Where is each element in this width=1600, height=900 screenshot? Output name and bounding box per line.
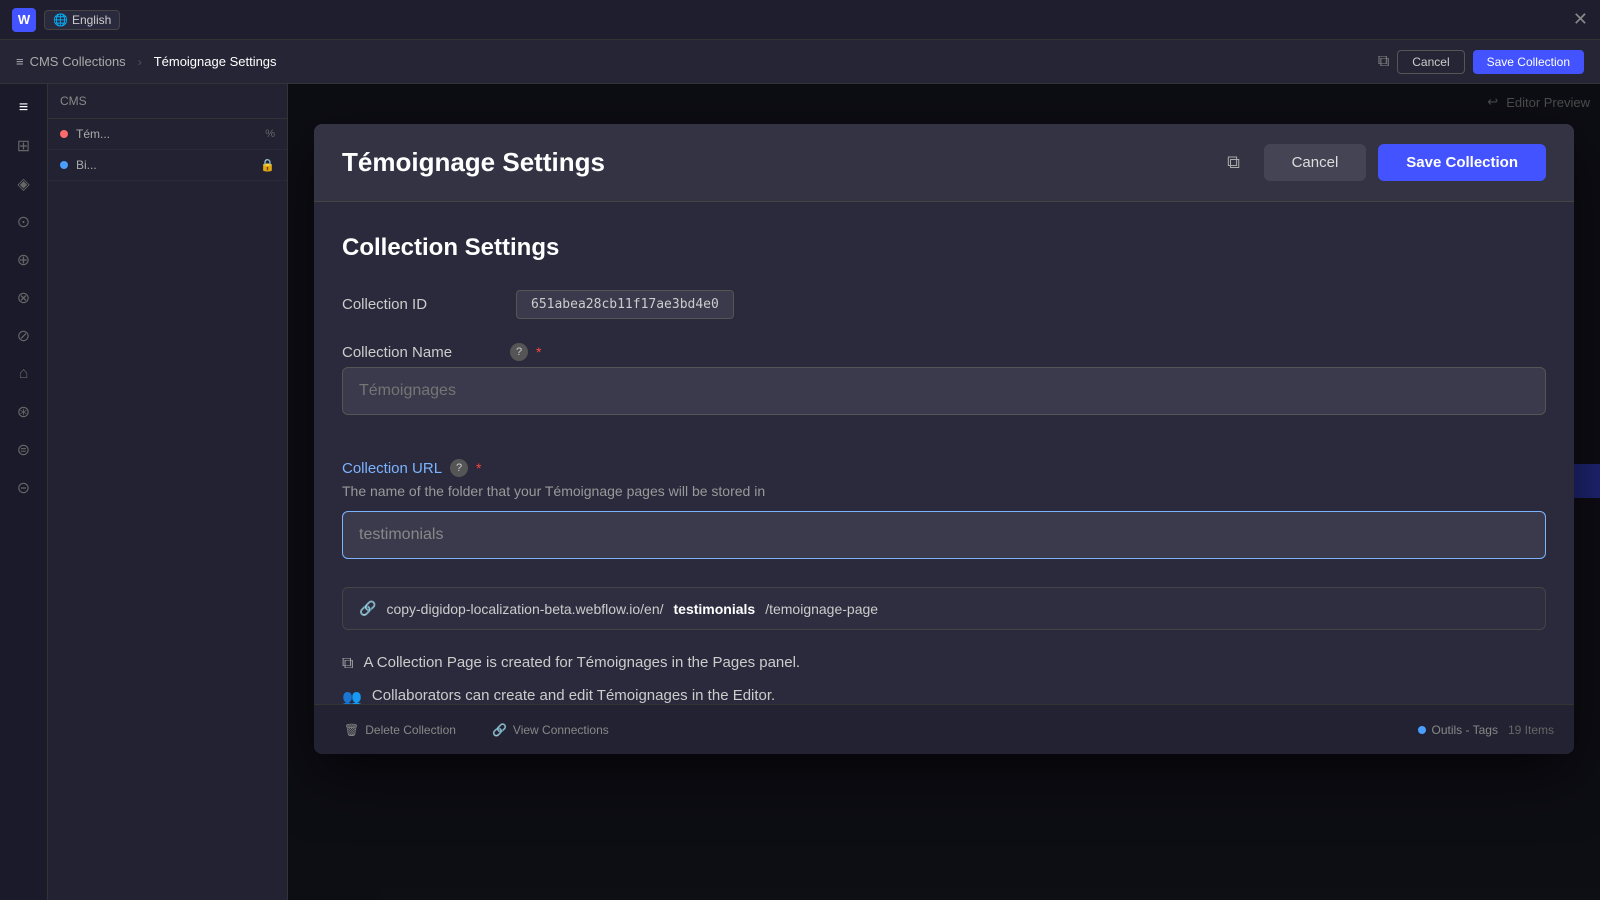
collection-badge-1: % [265, 128, 275, 140]
connections-label: View Connections [513, 723, 609, 737]
left-sidebar: ≡ ⊞ ◈ ⊙ ⊕ ⊗ ⊘ ⌂ ⊛ ⊜ ⊝ [0, 84, 48, 900]
breadcrumb-cancel-button[interactable]: Cancel [1397, 50, 1464, 74]
collection-url-help-icon[interactable]: ? [450, 459, 468, 477]
delete-label: Delete Collection [365, 723, 456, 737]
modal-header-actions: ⧉ Cancel Save Collection [1216, 144, 1546, 181]
breadcrumb-cms[interactable]: ≡ CMS Collections [16, 54, 126, 69]
connections-icon: 🔗 [492, 723, 507, 737]
url-preview-box: 🔗 copy-digidop-localization-beta.webflow… [342, 587, 1546, 630]
collection-url-input[interactable] [342, 511, 1546, 559]
collection-url-required: * [476, 460, 481, 476]
tag-dot [1418, 726, 1426, 734]
pages-icon: ⧉ [342, 655, 353, 673]
breadcrumb-save-button[interactable]: Save Collection [1473, 50, 1584, 74]
collection-icon-2: 🔒 [260, 158, 275, 172]
sidebar-icon-home[interactable]: ⌂ [8, 358, 40, 390]
link-icon: 🔗 [359, 600, 376, 617]
sidebar-icon-user[interactable]: ⊝ [8, 472, 40, 504]
tag-item: Outils - Tags 19 Items [1418, 723, 1555, 737]
collection-url-label: Collection URL [342, 460, 442, 477]
cms-collection-item-2[interactable]: Bi... 🔒 [48, 150, 287, 181]
cms-sidebar: CMS Tém... % Bi... 🔒 [48, 84, 288, 900]
modal-title: Témoignage Settings [342, 147, 605, 178]
info-row-1: ⧉ A Collection Page is created for Témoi… [342, 654, 1546, 673]
cms-collection-item-1[interactable]: Tém... % [48, 119, 287, 150]
modal-footer-bar: 🗑 Delete Collection 🔗 View Connections O… [314, 704, 1574, 754]
breadcrumb-bar: ≡ CMS Collections › Témoignage Settings … [0, 40, 1600, 84]
close-button[interactable]: ✕ [1573, 9, 1588, 30]
url-preview-prefix: copy-digidop-localization-beta.webflow.i… [386, 601, 663, 617]
collection-name-input[interactable] [342, 367, 1546, 415]
collection-settings-modal: Témoignage Settings ⧉ Cancel Save Collec… [314, 124, 1574, 754]
cms-sidebar-title: CMS [60, 94, 87, 108]
sidebar-icon-pages[interactable]: ⊞ [8, 130, 40, 162]
breadcrumb-separator: › [138, 55, 142, 69]
globe-icon: 🌐 [53, 13, 68, 27]
sidebar-icon-interactions[interactable]: ⊗ [8, 282, 40, 314]
app-logo: W [12, 8, 36, 32]
modal-save-button[interactable]: Save Collection [1378, 144, 1546, 181]
modal-header: Témoignage Settings ⧉ Cancel Save Collec… [314, 124, 1574, 202]
language-label: English [72, 13, 111, 27]
collection-dot-2 [60, 161, 68, 169]
delete-icon: 🗑 [344, 723, 359, 737]
sidebar-icon-search[interactable]: ⊜ [8, 434, 40, 466]
sidebar-icon-assets[interactable]: ⊙ [8, 206, 40, 238]
collection-dot-1 [60, 130, 68, 138]
info-section: ⧉ A Collection Page is created for Témoi… [342, 654, 1546, 708]
collection-name-required: * [536, 344, 541, 360]
collection-name-help-icon[interactable]: ? [510, 343, 528, 361]
collection-id-row: Collection ID 651abea28cb11f17ae3bd4e0 [342, 290, 1546, 319]
collection-name-header: Collection Name ? * [342, 343, 1546, 361]
breadcrumb-cms-label: CMS Collections [30, 54, 126, 69]
collection-label-1: Tém... [76, 127, 110, 141]
collection-id-label: Collection ID [342, 296, 502, 313]
info-text-2: Collaborators can create and edit Témoig… [372, 687, 775, 704]
collection-name-section: Collection Name ? * [342, 343, 1546, 435]
url-preview-suffix: /temoignage-page [765, 601, 878, 617]
url-preview-slug: testimonials [674, 601, 756, 617]
view-connections-button[interactable]: 🔗 View Connections [482, 719, 619, 741]
tag-count: 19 Items [1508, 723, 1554, 737]
main-layout: ≡ ⊞ ◈ ⊙ ⊕ ⊗ ⊘ ⌂ ⊛ ⊜ ⊝ CMS Tém... % Bi...… [0, 84, 1600, 900]
collection-url-description: The name of the folder that your Témoign… [342, 483, 1546, 499]
sidebar-icon-components[interactable]: ◈ [8, 168, 40, 200]
sidebar-icon-seo[interactable]: ⊛ [8, 396, 40, 428]
copy-icon-sm: ⧉ [1378, 53, 1389, 71]
info-text-1: A Collection Page is created for Témoign… [363, 654, 800, 671]
top-bar: W 🌐 English ✕ [0, 0, 1600, 40]
main-content: ↩ Editor Preview Témoignage Settings ⧉ C… [288, 84, 1600, 900]
collection-name-label: Collection Name [342, 344, 502, 361]
modal-body: Collection Settings Collection ID 651abe… [314, 202, 1574, 754]
collection-url-section: Collection URL ? * The name of the folde… [342, 459, 1546, 630]
cms-sidebar-header: CMS [48, 84, 287, 119]
sidebar-icon-settings[interactable]: ⊘ [8, 320, 40, 352]
section-title: Collection Settings [342, 234, 1546, 262]
sidebar-icon-cms[interactable]: ≡ [8, 92, 40, 124]
modal-overlay: Témoignage Settings ⧉ Cancel Save Collec… [288, 84, 1600, 900]
tag-label: Outils - Tags [1432, 723, 1498, 737]
modal-copy-button[interactable]: ⧉ [1216, 145, 1252, 181]
language-selector[interactable]: 🌐 English [44, 10, 120, 30]
sidebar-icon-ecommerce[interactable]: ⊕ [8, 244, 40, 276]
breadcrumb-active-label: Témoignage Settings [154, 54, 277, 69]
collection-label-2: Bi... [76, 158, 97, 172]
breadcrumb-actions: ⧉ Cancel Save Collection [1378, 50, 1584, 74]
modal-cancel-button[interactable]: Cancel [1264, 144, 1367, 181]
cms-icon: ≡ [16, 54, 24, 69]
collection-url-header: Collection URL ? * [342, 459, 1546, 477]
delete-collection-button[interactable]: 🗑 Delete Collection [334, 719, 466, 741]
collection-id-value: 651abea28cb11f17ae3bd4e0 [516, 290, 734, 319]
